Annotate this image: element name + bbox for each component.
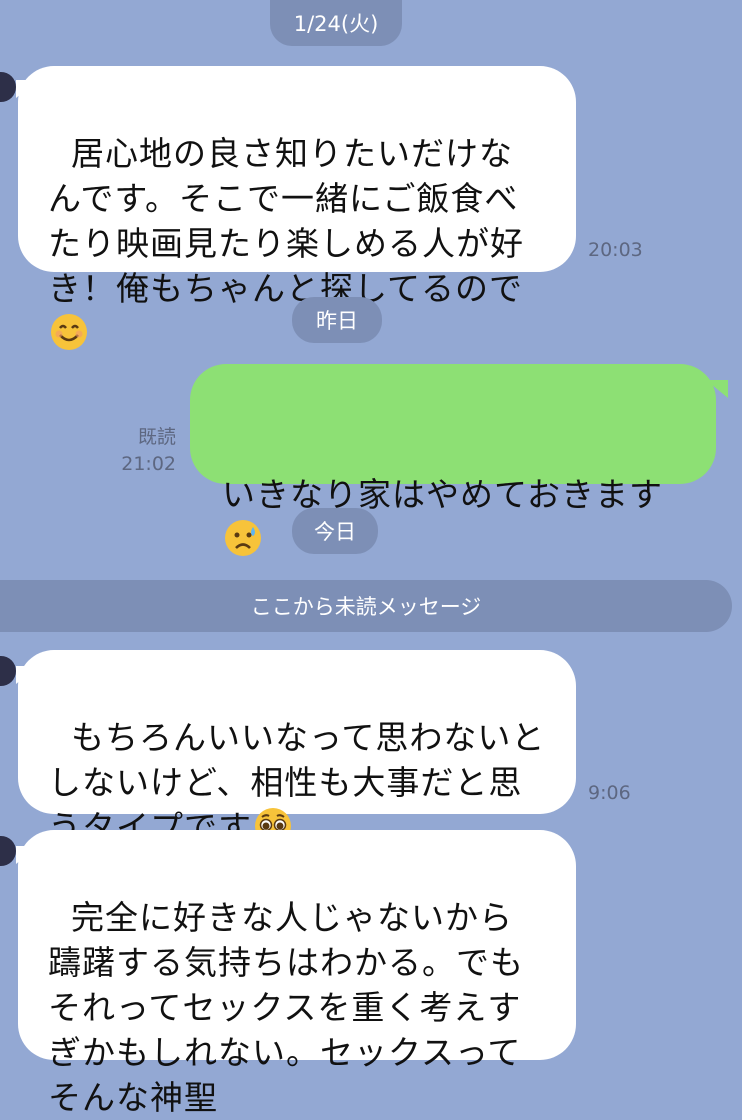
date-separator: 昨日 [292, 297, 382, 343]
message-bubble-received[interactable]: もちろんいいなって思わないとしないけど、相性も大事だと思うタイプです [18, 650, 576, 847]
message-bubble-received[interactable]: 完全に好きな人じゃないから躊躇する気持ちはわかる。でもそれってセックスを重く考え… [18, 830, 576, 1117]
avatar[interactable] [0, 72, 16, 102]
avatar[interactable] [0, 836, 16, 866]
sad-but-relieved-face-emoji [224, 519, 262, 557]
message-text: もちろんいいなって思わないとしないけど、相性も大事だと思うタイプです [48, 718, 546, 847]
message-text: 完全に好きな人じゃないから躊躇する気持ちはわかる。でもそれってセックスを重く考え… [48, 898, 524, 1117]
message-text: 居心地の良さ知りたいだけなんです。そこで一緒にご飯食べたり映画見たり楽しめる人が… [48, 134, 524, 308]
message-time: 9:06 [588, 782, 631, 804]
read-receipt: 既読 21:02 [110, 424, 176, 478]
message-time: 21:02 [121, 453, 176, 475]
message-text: いきなり家はやめておきます [222, 475, 664, 514]
avatar[interactable] [0, 656, 16, 686]
message-bubble-received[interactable]: 居心地の良さ知りたいだけなんです。そこで一緒にご飯食べたり映画見たり楽しめる人が… [18, 66, 576, 350]
message-bubble-sent[interactable]: いきなり家はやめておきます すみません [190, 364, 716, 694]
unread-messages-banner: ここから未読メッセージ [0, 580, 732, 632]
date-separator: 1/24(火) [270, 0, 402, 46]
date-separator: 今日 [292, 508, 378, 554]
read-label: 既読 [137, 426, 176, 448]
message-time: 20:03 [588, 239, 643, 261]
smiling-face-emoji [50, 313, 88, 351]
bubble-tail [706, 380, 728, 398]
